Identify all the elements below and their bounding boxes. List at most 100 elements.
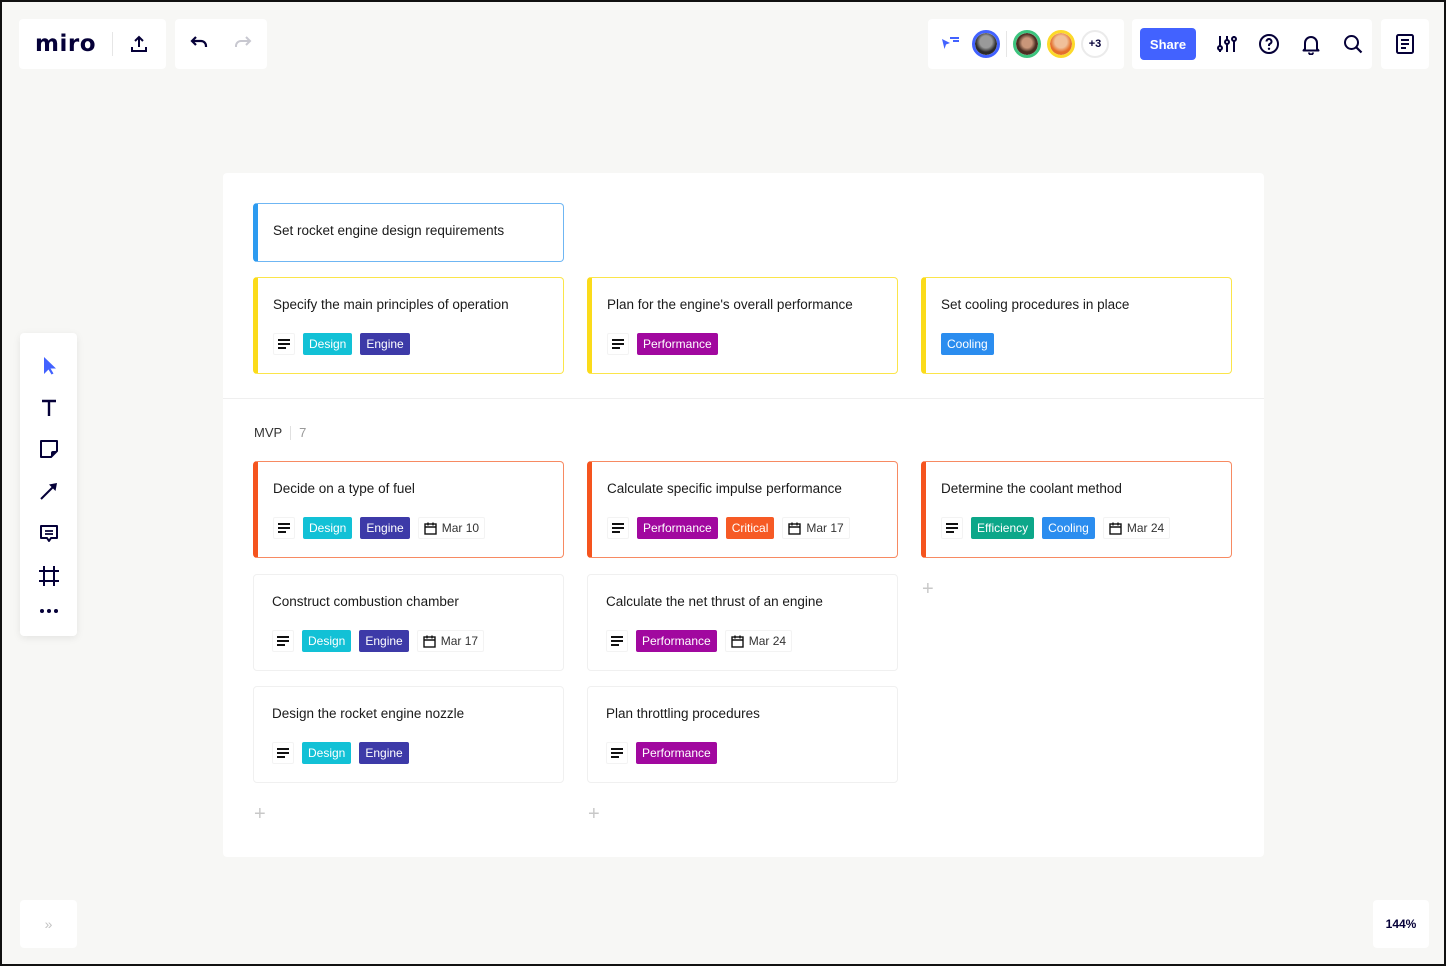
tag-cooling[interactable]: Cooling (1042, 517, 1095, 539)
description-icon[interactable] (607, 333, 629, 355)
tag-performance[interactable]: Performance (637, 517, 718, 539)
more-icon (39, 608, 58, 613)
due-date-text: Mar 17 (806, 521, 844, 535)
arrow-icon (39, 483, 57, 501)
card-mvp-4[interactable]: Construct combustion chamber Design Engi… (253, 574, 564, 671)
sticky-note-tool[interactable] (38, 438, 60, 460)
tag-engine[interactable]: Engine (359, 742, 409, 764)
share-button[interactable]: Share (1140, 28, 1196, 60)
upload-icon (131, 35, 147, 52)
description-icon[interactable] (941, 517, 963, 539)
card-title: Plan throttling procedures (606, 706, 760, 721)
add-card-button-col1[interactable]: + (254, 804, 266, 824)
frame-tool[interactable] (38, 565, 60, 587)
card-title: Set cooling procedures in place (941, 297, 1130, 312)
comment-tool[interactable] (38, 523, 60, 545)
expand-panel-button[interactable]: » (20, 900, 77, 948)
more-collaborators-badge[interactable]: +3 (1081, 30, 1109, 58)
more-tools-button[interactable] (39, 608, 59, 614)
group-header[interactable]: MVP 7 (254, 425, 306, 440)
tag-design[interactable]: Design (302, 630, 352, 652)
follow-cursor-button[interactable] (940, 35, 962, 53)
help-button[interactable] (1258, 33, 1280, 55)
due-date-text: Mar 10 (441, 521, 480, 535)
description-icon[interactable] (272, 630, 294, 652)
card-meta: Performance Critical Mar 17 (607, 517, 897, 539)
add-card-button-col2[interactable]: + (588, 804, 600, 824)
card-meta: Design Engine Mar 17 (272, 630, 563, 652)
description-icon[interactable] (607, 517, 629, 539)
collaborator-avatar-1[interactable] (972, 30, 1000, 58)
card-meta: Design Engine (273, 333, 563, 355)
add-card-button-col3[interactable]: + (922, 579, 934, 599)
tag-performance[interactable]: Performance (636, 630, 717, 652)
card-title: Calculate specific impulse performance (607, 481, 842, 496)
description-icon[interactable] (606, 742, 628, 764)
description-icon[interactable] (272, 742, 294, 764)
description-icon[interactable] (273, 333, 295, 355)
due-date[interactable]: Mar 17 (416, 630, 485, 652)
tag-engine[interactable]: Engine (360, 333, 410, 355)
card-title: Determine the coolant method (941, 481, 1122, 496)
group-name: MVP (254, 425, 283, 440)
frame-icon (38, 566, 59, 587)
document-icon (1396, 34, 1414, 54)
tag-design[interactable]: Design (302, 742, 352, 764)
description-icon[interactable] (273, 517, 295, 539)
connection-line-tool[interactable] (38, 480, 60, 502)
due-date[interactable]: Mar 24 (1102, 517, 1171, 539)
card-mvp-5[interactable]: Calculate the net thrust of an engine Pe… (587, 574, 898, 671)
card-mvp-7[interactable]: Plan throttling procedures Performance (587, 686, 898, 783)
divider (290, 425, 292, 440)
calendar-icon (1109, 522, 1122, 535)
description-icon[interactable] (606, 630, 628, 652)
board-notes-button[interactable] (1395, 33, 1415, 55)
card-mvp-1[interactable]: Decide on a type of fuel Design Engine M… (253, 461, 564, 558)
card-row1-1[interactable]: Specify the main principles of operation… (253, 277, 564, 374)
card-top[interactable]: Set rocket engine design requirements (253, 203, 564, 262)
calendar-icon (788, 522, 802, 535)
select-tool[interactable] (40, 355, 58, 377)
redo-button[interactable] (233, 36, 253, 52)
tag-design[interactable]: Design (303, 333, 353, 355)
card-row1-2[interactable]: Plan for the engine's overall performanc… (587, 277, 898, 374)
due-date[interactable]: Mar 10 (417, 517, 486, 539)
tag-performance[interactable]: Performance (636, 742, 717, 764)
card-title: Decide on a type of fuel (273, 481, 415, 496)
card-title: Construct combustion chamber (272, 594, 459, 609)
zoom-level-control[interactable]: 144% (1373, 900, 1429, 948)
search-button[interactable] (1342, 33, 1364, 55)
export-button[interactable] (129, 34, 149, 54)
card-mvp-6[interactable]: Design the rocket engine nozzle Design E… (253, 686, 564, 783)
notifications-button[interactable] (1300, 33, 1322, 55)
tag-critical[interactable]: Critical (725, 517, 775, 539)
tag-engine[interactable]: Engine (359, 630, 409, 652)
collaborator-avatar-2[interactable] (1013, 30, 1041, 58)
due-date[interactable]: Mar 17 (782, 517, 850, 539)
card-meta: Performance Mar 24 (606, 630, 897, 652)
miro-logo[interactable]: miro (35, 31, 96, 57)
text-tool[interactable] (39, 398, 59, 418)
card-row1-3[interactable]: Set cooling procedures in place Cooling (921, 277, 1232, 374)
due-date[interactable]: Mar 24 (724, 630, 793, 652)
tag-performance[interactable]: Performance (637, 333, 718, 355)
calendar-icon (424, 522, 437, 535)
card-title: Calculate the net thrust of an engine (606, 594, 823, 609)
tag-cooling[interactable]: Cooling (941, 333, 994, 355)
undo-icon (190, 36, 208, 47)
kanban-board: Set rocket engine design requirements Sp… (223, 173, 1264, 857)
text-icon (41, 399, 56, 416)
card-mvp-3[interactable]: Determine the coolant method Efficiency … (921, 461, 1232, 558)
tag-efficiency[interactable]: Efficiency (971, 517, 1035, 539)
settings-button[interactable] (1216, 33, 1238, 55)
card-mvp-2[interactable]: Calculate specific impulse performance P… (587, 461, 898, 558)
comment-icon (39, 524, 58, 542)
search-icon (1344, 35, 1363, 54)
tag-engine[interactable]: Engine (360, 517, 410, 539)
collaborator-avatar-3[interactable] (1047, 30, 1075, 58)
undo-button[interactable] (189, 36, 209, 52)
tag-design[interactable]: Design (303, 517, 353, 539)
sliders-icon (1217, 36, 1237, 52)
card-title: Specify the main principles of operation (273, 297, 509, 312)
card-title: Set rocket engine design requirements (273, 223, 505, 238)
